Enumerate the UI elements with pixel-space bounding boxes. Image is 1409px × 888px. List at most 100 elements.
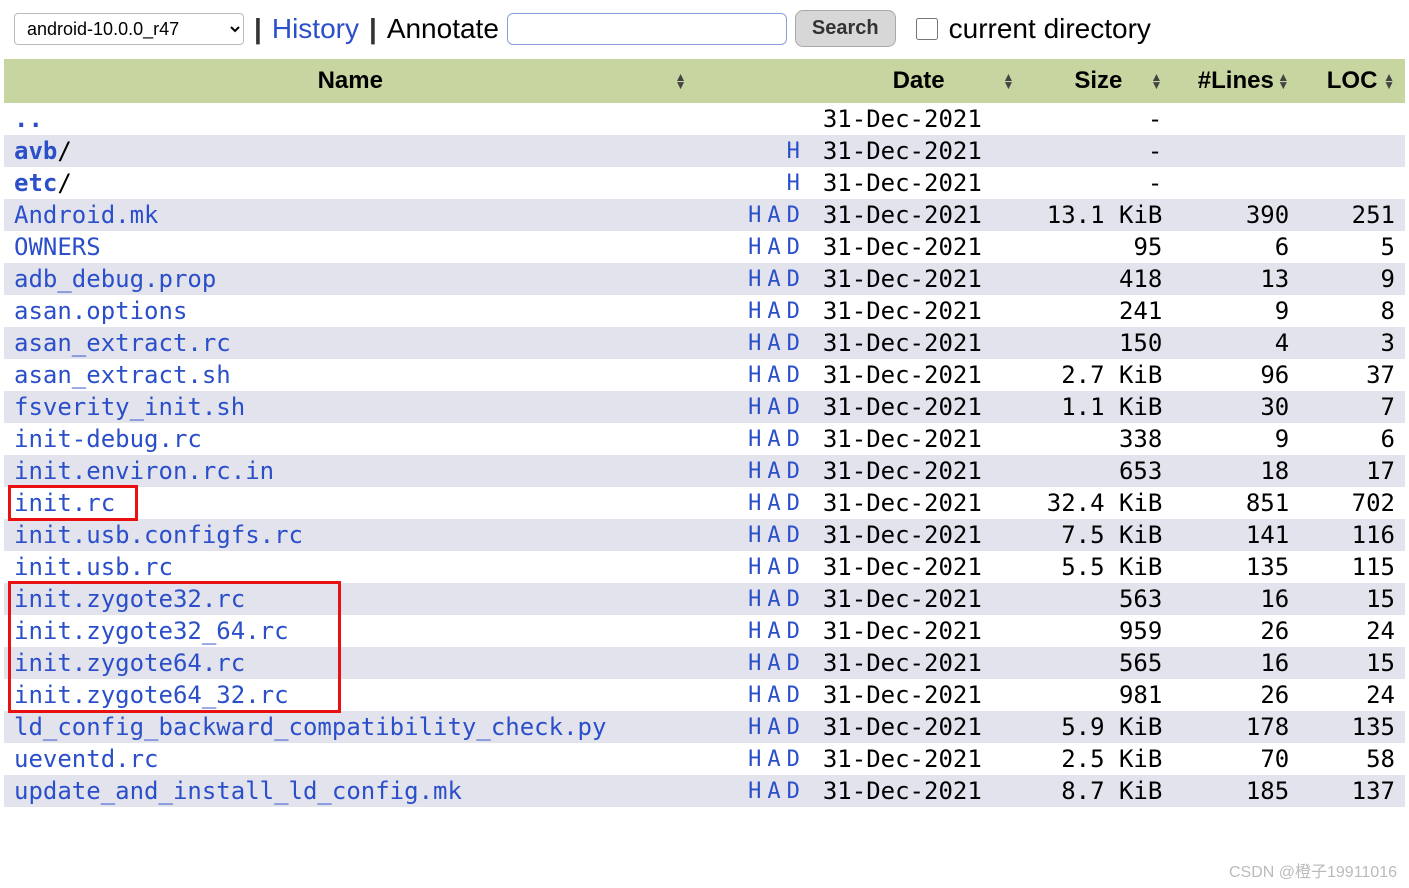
- annotate-link[interactable]: A: [767, 747, 780, 772]
- file-link[interactable]: ld_config_backward_compatibility_check.p…: [14, 713, 606, 741]
- file-link[interactable]: Android.mk: [14, 201, 159, 229]
- history-link[interactable]: H: [748, 587, 761, 612]
- file-link[interactable]: ..: [14, 105, 43, 133]
- download-link[interactable]: D: [787, 683, 800, 708]
- file-link[interactable]: init.usb.configfs.rc: [14, 521, 303, 549]
- history-link[interactable]: H: [748, 619, 761, 644]
- file-link[interactable]: avb: [14, 137, 57, 165]
- history-link[interactable]: History: [272, 13, 359, 45]
- date-cell: 31-Dec-2021: [813, 583, 1024, 615]
- annotate-link[interactable]: A: [767, 427, 780, 452]
- download-link[interactable]: D: [787, 715, 800, 740]
- download-link[interactable]: D: [787, 267, 800, 292]
- col-date[interactable]: Date ▲▼: [813, 59, 1024, 103]
- history-link[interactable]: H: [748, 331, 761, 356]
- file-name-cell: OWNERS: [4, 231, 697, 263]
- annotate-link[interactable]: A: [767, 459, 780, 484]
- col-loc[interactable]: LOC ▲▼: [1299, 59, 1405, 103]
- file-link[interactable]: init-debug.rc: [14, 425, 202, 453]
- file-link[interactable]: asan_extract.sh: [14, 361, 231, 389]
- annotate-link[interactable]: A: [767, 779, 780, 804]
- annotate-link[interactable]: A: [767, 651, 780, 676]
- history-link[interactable]: H: [748, 427, 761, 452]
- annotate-link[interactable]: A: [767, 491, 780, 516]
- history-link[interactable]: H: [748, 779, 761, 804]
- history-link[interactable]: H: [748, 747, 761, 772]
- history-link[interactable]: H: [748, 555, 761, 580]
- file-link[interactable]: init.usb.rc: [14, 553, 173, 581]
- col-lines[interactable]: #Lines ▲▼: [1172, 59, 1299, 103]
- download-link[interactable]: D: [787, 363, 800, 388]
- col-name[interactable]: Name ▲▼: [4, 59, 697, 103]
- history-link[interactable]: H: [787, 171, 800, 196]
- file-link[interactable]: init.environ.rc.in: [14, 457, 274, 485]
- download-link[interactable]: D: [787, 459, 800, 484]
- date-cell: 31-Dec-2021: [813, 263, 1024, 295]
- annotate-link[interactable]: A: [767, 555, 780, 580]
- file-link[interactable]: etc: [14, 169, 57, 197]
- annotate-link[interactable]: A: [767, 587, 780, 612]
- download-link[interactable]: D: [787, 587, 800, 612]
- download-link[interactable]: D: [787, 619, 800, 644]
- download-link[interactable]: D: [787, 203, 800, 228]
- history-link[interactable]: H: [748, 459, 761, 484]
- file-name-cell: fsverity_init.sh: [4, 391, 697, 423]
- current-directory-checkbox[interactable]: [916, 18, 938, 40]
- download-link[interactable]: D: [787, 523, 800, 548]
- download-link[interactable]: D: [787, 331, 800, 356]
- annotate-link[interactable]: A: [767, 683, 780, 708]
- history-link[interactable]: H: [787, 139, 800, 164]
- annotate-link[interactable]: A: [767, 267, 780, 292]
- file-link[interactable]: init.zygote64_32.rc: [14, 681, 289, 709]
- history-link[interactable]: H: [748, 395, 761, 420]
- branch-select[interactable]: android-10.0.0_r47: [14, 13, 244, 45]
- history-link[interactable]: H: [748, 651, 761, 676]
- search-input[interactable]: [507, 13, 787, 45]
- had-links-cell: HAD: [697, 359, 813, 391]
- history-link[interactable]: H: [748, 235, 761, 260]
- history-link[interactable]: H: [748, 683, 761, 708]
- download-link[interactable]: D: [787, 491, 800, 516]
- annotate-link[interactable]: Annotate: [387, 13, 499, 45]
- annotate-link[interactable]: A: [767, 619, 780, 644]
- download-link[interactable]: D: [787, 747, 800, 772]
- date-cell: 31-Dec-2021: [813, 391, 1024, 423]
- had-links-cell: HAD: [697, 199, 813, 231]
- file-link[interactable]: init.zygote32.rc: [14, 585, 245, 613]
- annotate-link[interactable]: A: [767, 395, 780, 420]
- history-link[interactable]: H: [748, 491, 761, 516]
- history-link[interactable]: H: [748, 715, 761, 740]
- history-link[interactable]: H: [748, 203, 761, 228]
- file-link[interactable]: fsverity_init.sh: [14, 393, 245, 421]
- file-link[interactable]: OWNERS: [14, 233, 101, 261]
- annotate-link[interactable]: A: [767, 715, 780, 740]
- download-link[interactable]: D: [787, 427, 800, 452]
- download-link[interactable]: D: [787, 299, 800, 324]
- download-link[interactable]: D: [787, 779, 800, 804]
- annotate-link[interactable]: A: [767, 203, 780, 228]
- download-link[interactable]: D: [787, 235, 800, 260]
- col-size[interactable]: Size ▲▼: [1024, 59, 1172, 103]
- download-link[interactable]: D: [787, 395, 800, 420]
- file-link[interactable]: asan_extract.rc: [14, 329, 231, 357]
- date-cell: 31-Dec-2021: [813, 103, 1024, 135]
- file-link[interactable]: init.rc: [14, 489, 115, 517]
- annotate-link[interactable]: A: [767, 523, 780, 548]
- file-link[interactable]: init.zygote64.rc: [14, 649, 245, 677]
- file-link[interactable]: ueventd.rc: [14, 745, 159, 773]
- history-link[interactable]: H: [748, 299, 761, 324]
- annotate-link[interactable]: A: [767, 331, 780, 356]
- file-link[interactable]: init.zygote32_64.rc: [14, 617, 289, 645]
- annotate-link[interactable]: A: [767, 235, 780, 260]
- download-link[interactable]: D: [787, 651, 800, 676]
- history-link[interactable]: H: [748, 523, 761, 548]
- file-link[interactable]: asan.options: [14, 297, 187, 325]
- file-link[interactable]: adb_debug.prop: [14, 265, 216, 293]
- annotate-link[interactable]: A: [767, 299, 780, 324]
- annotate-link[interactable]: A: [767, 363, 780, 388]
- search-button[interactable]: Search: [795, 10, 896, 47]
- file-link[interactable]: update_and_install_ld_config.mk: [14, 777, 462, 805]
- download-link[interactable]: D: [787, 555, 800, 580]
- history-link[interactable]: H: [748, 267, 761, 292]
- history-link[interactable]: H: [748, 363, 761, 388]
